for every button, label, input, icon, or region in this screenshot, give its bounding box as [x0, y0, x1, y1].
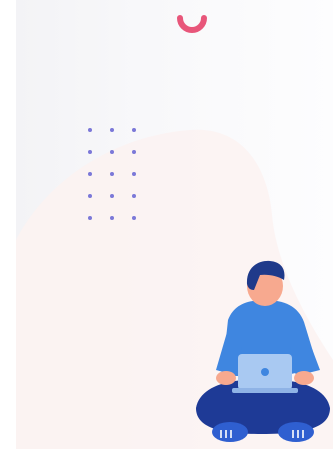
- onboarding-screen: [0, 0, 333, 449]
- dot-grid-decoration: [88, 128, 136, 220]
- person-with-laptop-illustration: [196, 260, 330, 442]
- loading-spinner-icon: [177, 15, 207, 33]
